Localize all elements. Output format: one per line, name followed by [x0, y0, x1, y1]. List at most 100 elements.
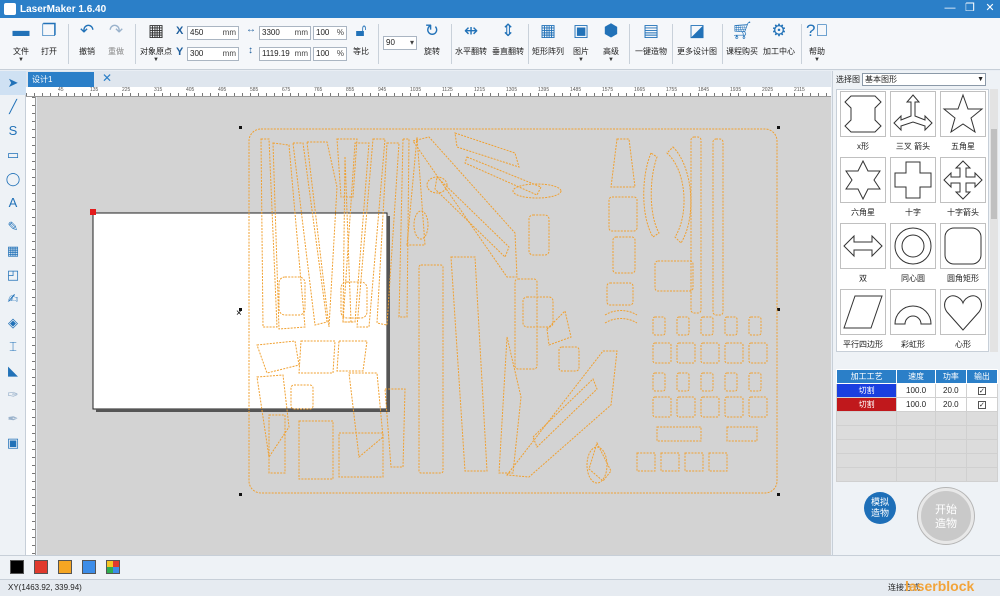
ruler-tick-label: 945 — [378, 87, 387, 93]
rounded-rectangle-icon — [940, 223, 986, 269]
power-cell[interactable]: 20.0 — [934, 383, 967, 398]
color-swatch-black[interactable] — [10, 560, 24, 574]
redo-button[interactable]: ↷ 重做 — [97, 21, 135, 67]
shape-double-arrow[interactable]: 双 — [838, 222, 888, 288]
process-cell[interactable]: 切割 — [835, 397, 898, 412]
height-input[interactable]: 1119.19 mm — [259, 47, 311, 61]
simulate-build-button[interactable]: 模拟 造物 — [864, 492, 896, 524]
output-cell[interactable]: ✓ — [965, 383, 999, 398]
design-canvas[interactable]: × — [37, 97, 831, 555]
height-icon: ↕ — [248, 45, 253, 56]
power-cell[interactable]: 20.0 — [934, 397, 967, 412]
header-process: 加工工艺 — [835, 369, 898, 384]
edit-tool-icon[interactable]: ✍ — [0, 287, 26, 311]
five-star-icon — [940, 91, 986, 137]
parallelogram-icon — [840, 289, 886, 335]
color-swatch-orange[interactable] — [58, 560, 72, 574]
output-checkbox[interactable]: ✓ — [977, 401, 986, 409]
measure-tool-icon[interactable]: ⌶ — [0, 335, 26, 359]
workpiece-shadow-bottom — [96, 409, 390, 412]
heart-icon — [940, 289, 986, 335]
process-cell[interactable]: 切割 — [835, 383, 898, 398]
color-swatch-blue[interactable] — [82, 560, 96, 574]
flip-vertical-button[interactable]: ⇕ 垂直翻转 — [490, 21, 526, 67]
shape-five-star[interactable]: 五角星 — [938, 90, 988, 156]
close-button[interactable]: ✕ — [980, 0, 1000, 18]
undo-icon: ↶ — [79, 21, 95, 40]
folder-icon: ▬ — [12, 21, 30, 40]
select-tool-icon[interactable]: ➤ — [0, 71, 26, 95]
close-tab-icon[interactable]: ✕ — [102, 71, 112, 85]
shape-rainbow[interactable]: 彩虹形 — [888, 288, 938, 354]
shape-x[interactable]: x形 — [838, 90, 888, 156]
cross-icon — [890, 157, 936, 203]
shape-rounded-rectangle[interactable]: 圆角矩形 — [938, 222, 988, 288]
y-position-input[interactable]: 300 mm — [187, 47, 239, 61]
ruler-tick-label: 1035 — [410, 87, 422, 93]
shape-heart[interactable]: 心形 — [938, 288, 988, 354]
curve-tool-icon[interactable]: S — [0, 119, 26, 143]
course-shop-button[interactable]: 🛒︎ 课程购买 — [723, 21, 761, 67]
pen-tool-icon[interactable]: ✑ — [0, 383, 26, 407]
ellipse-tool-icon[interactable]: ◯ — [0, 167, 26, 191]
height-percent-input[interactable]: 100% — [313, 47, 347, 61]
ruler-tick-label: 225 — [122, 87, 131, 93]
object-origin-button[interactable]: ▦ 对象原点 ▼ — [136, 21, 176, 67]
matrix-array-button[interactable]: ▦ 矩形阵列 — [529, 21, 567, 67]
color-palette-icon[interactable] — [106, 560, 120, 574]
x-position-input[interactable]: 450 mm — [187, 26, 239, 40]
concentric-circle-icon — [890, 223, 936, 269]
shape-category-select[interactable]: 基本图形 ▼ — [862, 72, 986, 86]
maximize-button[interactable]: ❐ — [960, 0, 980, 18]
status-bar: XY(1463.92, 339.94) 连接方式 laserblock — [0, 578, 1000, 596]
minimize-button[interactable]: — — [940, 0, 960, 18]
processing-center-button[interactable]: ⚙ 加工中心 — [760, 21, 798, 67]
brush-tool-icon[interactable]: ✒ — [0, 407, 26, 431]
table-row[interactable]: 切割 100.0 20.0 ✓ — [835, 397, 999, 412]
width-percent-input[interactable]: 100% — [313, 26, 347, 40]
gallery-scrollbar[interactable] — [990, 89, 998, 352]
shape-trident-arrow[interactable]: 三叉 箭头 — [888, 90, 938, 156]
line-tool-icon[interactable]: ╱ — [0, 95, 26, 119]
right-panel: 选择图 基本图形 ▼ x形 三叉 箭头 五角星 六角星 十字 十字箭头 双 同心… — [832, 71, 1000, 555]
lock-ratio-button[interactable]: 🔓︎ 等比 — [346, 21, 376, 67]
scrollbar-thumb[interactable] — [991, 129, 997, 219]
tab-design-1[interactable]: 设计1 — [28, 72, 94, 87]
more-designs-button[interactable]: ◪ 更多设计图 — [674, 21, 720, 67]
text-tool-icon[interactable]: A — [0, 191, 26, 215]
shape-concentric-circle[interactable]: 同心圆 — [888, 222, 938, 288]
ruler-tick-label: 1125 — [442, 87, 453, 93]
flip-horizontal-button[interactable]: ⇹ 水平翻转 — [453, 21, 489, 67]
speed-cell[interactable]: 100.0 — [896, 383, 936, 398]
ruler-tool-icon[interactable]: ✎ — [0, 215, 26, 239]
one-click-build-button[interactable]: ▤ 一键造物 — [632, 21, 670, 67]
output-cell[interactable]: ✓ — [965, 397, 999, 412]
advanced-button[interactable]: ⬢ 高级 ▼ — [596, 21, 626, 67]
table-row — [835, 425, 999, 440]
rainbow-icon — [890, 289, 936, 335]
speed-cell[interactable]: 100.0 — [896, 397, 936, 412]
start-build-button[interactable]: 开始 造物 — [918, 488, 974, 544]
shape-cross-arrow[interactable]: 十字箭头 — [938, 156, 988, 222]
rotate-button[interactable]: ↻ 旋转 — [415, 21, 449, 67]
image-button[interactable]: ▣ 图片 ▼ — [566, 21, 596, 67]
help-button[interactable]: ?⃝ 帮助 ▼ — [801, 21, 833, 67]
width-icon: ↔ — [246, 24, 256, 35]
output-checkbox[interactable]: ✓ — [977, 387, 986, 395]
color-swatch-red[interactable] — [34, 560, 48, 574]
table-row[interactable]: 切割 100.0 20.0 ✓ — [835, 383, 999, 398]
fill-tool-icon[interactable]: ◣ — [0, 359, 26, 383]
toolbar-divider — [672, 24, 673, 64]
eraser-tool-icon[interactable]: ◈ — [0, 311, 26, 335]
width-input[interactable]: 3300 mm — [259, 26, 311, 40]
table-tool-icon[interactable]: ▦ — [0, 239, 26, 263]
open-button[interactable]: ❐ 打开 — [30, 21, 68, 67]
camera-tool-icon[interactable]: ▣ — [0, 431, 26, 455]
flip-horizontal-icon: ⇹ — [463, 21, 479, 40]
rectangle-tool-icon[interactable]: ▭ — [0, 143, 26, 167]
shape-tool-icon[interactable]: ◰ — [0, 263, 26, 287]
rotate-angle-input[interactable]: 90 ▾ — [383, 36, 417, 50]
shape-cross[interactable]: 十字 — [888, 156, 938, 222]
shape-parallelogram[interactable]: 平行四边形 — [838, 288, 888, 354]
shape-six-star[interactable]: 六角星 — [838, 156, 888, 222]
